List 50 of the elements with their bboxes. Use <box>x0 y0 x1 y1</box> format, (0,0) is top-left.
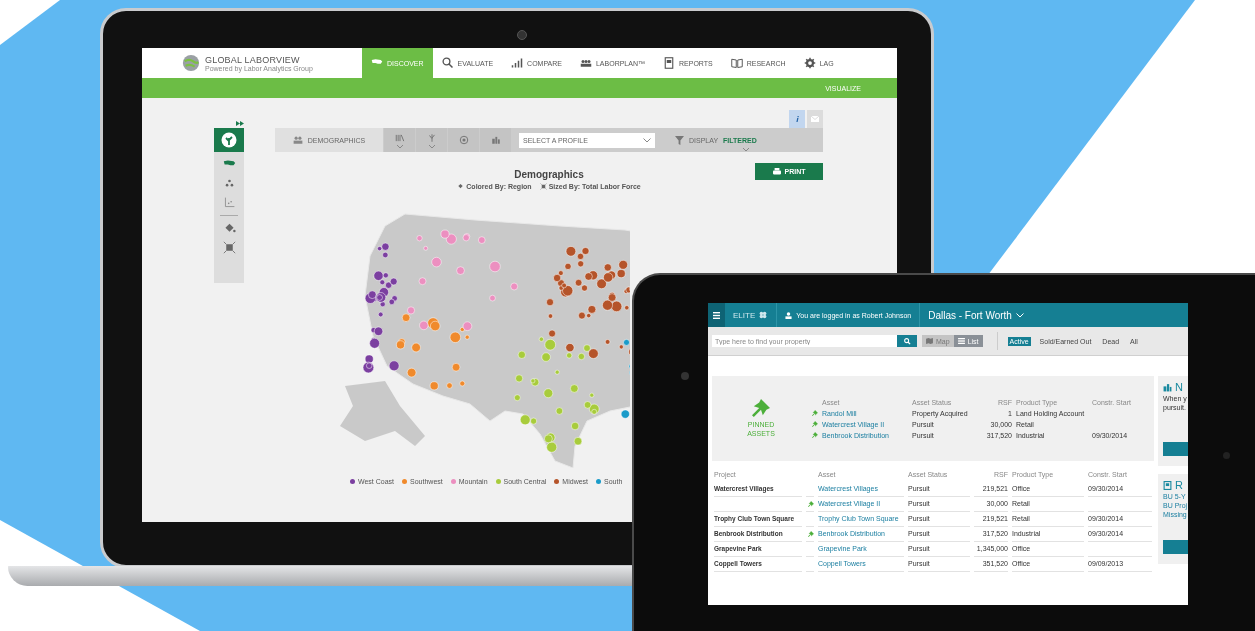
info-button[interactable] <box>789 110 805 128</box>
forward-icon <box>236 121 244 126</box>
camera-dot <box>517 30 527 40</box>
people-icon <box>292 136 303 144</box>
user-icon <box>785 311 793 319</box>
chart-title: Demographics <box>514 169 584 180</box>
document-icon <box>663 57 675 69</box>
pushpin-icon <box>752 398 770 417</box>
pushpin-icon <box>812 410 818 416</box>
info-icon <box>793 115 801 123</box>
book-icon <box>730 57 743 69</box>
brand-name: ELITE <box>733 310 756 320</box>
logo-title: GLOBAL LABORVIEW <box>205 54 301 65</box>
chevron-down-icon <box>1015 312 1024 318</box>
caret-icon <box>396 144 403 148</box>
pushpin-icon <box>812 421 818 427</box>
search-icon <box>441 57 454 69</box>
bar-chart-icon <box>511 57 524 69</box>
card-title: N <box>1175 381 1183 393</box>
menu-icon <box>713 311 720 319</box>
toolbar-button[interactable] <box>384 128 415 152</box>
globe-icon <box>182 54 200 72</box>
search-icon <box>903 337 911 345</box>
settings-icon <box>803 57 816 69</box>
caret-icon <box>428 144 435 148</box>
tool-button[interactable] <box>214 128 244 152</box>
chevron-down-icon <box>643 137 651 143</box>
printer-icon <box>772 167 781 176</box>
card-title: R <box>1175 479 1183 491</box>
filter-icon <box>675 135 684 145</box>
list-icon <box>957 338 965 344</box>
mail-button[interactable] <box>807 110 823 128</box>
folded-map-icon <box>926 338 933 344</box>
toolbar-button[interactable] <box>416 128 447 152</box>
scatter-chart-icon[interactable] <box>222 196 236 209</box>
toolbar-button[interactable] <box>480 128 511 152</box>
market-dropdown[interactable]: Dallas - Fort Worth <box>920 309 1024 321</box>
pushpin-icon <box>812 432 818 438</box>
books-icon <box>394 132 405 143</box>
document-icon <box>1163 480 1172 490</box>
search-button[interactable] <box>897 335 917 347</box>
people-icon <box>579 57 592 69</box>
buildings-icon <box>1163 382 1172 392</box>
buildings-icon <box>490 135 501 145</box>
toolbar-button[interactable] <box>448 128 479 152</box>
envelope-icon <box>811 116 819 122</box>
caret-icon <box>743 148 749 151</box>
menu-button[interactable] <box>708 303 725 327</box>
coin-icon <box>458 135 469 145</box>
camera-dot <box>681 372 689 380</box>
